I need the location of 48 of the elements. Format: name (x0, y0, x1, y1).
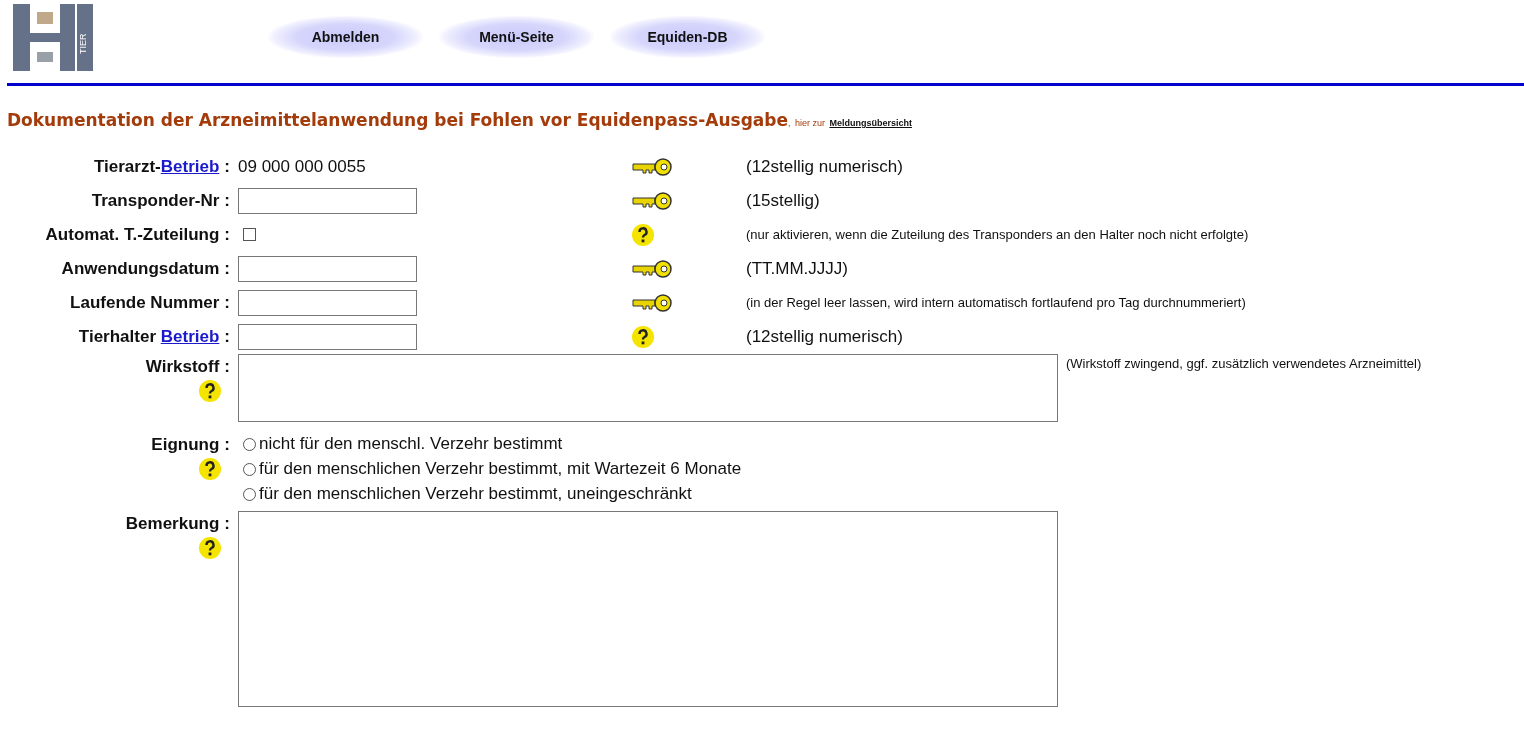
option-label: für den menschlichen Verzehr bestimmt, uneingeschränkt (259, 483, 692, 506)
label-colon: : (224, 433, 230, 456)
nav-button[interactable]: Equiden-DB (610, 16, 765, 58)
label-colon: : (224, 325, 230, 348)
field-label: Automat. T.-Zuteilung (45, 223, 220, 246)
text-input[interactable] (238, 187, 417, 214)
hint-text: (TT.MM.JJJJ) (746, 257, 848, 280)
logo-text: TIER (76, 33, 89, 54)
field-label: Anwendungsdatum (61, 257, 220, 280)
option-label: nicht für den menschl. Verzehr bestimmt (259, 433, 563, 456)
hint-text: (Wirkstoff zwingend, ggf. zusätzlich verwendetes Arzneimittel) (1066, 354, 1422, 373)
overview-link[interactable]: Meldungsübersicht (829, 118, 912, 128)
text-input[interactable] (238, 323, 417, 350)
checkbox[interactable] (243, 228, 256, 241)
page-title: Dokumentation der Arzneimittelanwendung bei Fohlen vor Equidenpass-Ausgabe (7, 110, 788, 130)
help-icon (198, 536, 222, 560)
option-label: für den menschlichen Verzehr bestimmt, mit Wartezeit 6 Monate (259, 458, 742, 481)
hint-text: (in der Regel leer lassen, wird intern automatisch fortlaufend pro Tag durchnummeriert) (746, 293, 1246, 312)
text-area[interactable] (238, 353, 1058, 422)
field-label: Transponder-Nr (91, 189, 220, 212)
help-icon (198, 379, 222, 403)
nav-button[interactable]: Menü-Seite (439, 16, 594, 58)
text-input[interactable] (238, 289, 417, 316)
field-label: Bemerkung (125, 512, 220, 535)
field-label: Tierarzt- (94, 155, 161, 178)
label-colon: : (224, 355, 230, 378)
label-colon: : (224, 189, 230, 212)
label-colon: : (224, 257, 230, 280)
field-label: Wirkstoff (145, 355, 220, 378)
betrieb-link[interactable]: Betrieb (160, 153, 220, 180)
link-intro-text: hier zur (794, 118, 825, 128)
help-icon (198, 457, 222, 481)
hint-text: (12stellig numerisch) (746, 325, 903, 348)
text-input[interactable] (238, 255, 417, 282)
title-separator: , (788, 118, 791, 128)
label-colon: : (224, 291, 230, 314)
hint-text: (12stellig numerisch) (746, 155, 903, 178)
label-colon: : (224, 155, 230, 178)
field-label: Laufende Nummer (70, 291, 220, 314)
betrieb-link[interactable]: Betrieb (160, 323, 220, 350)
field-value: 09 000 000 0055 (238, 155, 366, 178)
hint-text: (nur aktivieren, wenn die Zuteilung des Transponders an den Halter noch nicht erfolgte) (746, 225, 1249, 244)
nav-button[interactable]: Abmelden (268, 16, 423, 58)
label-colon: : (224, 223, 230, 246)
field-label: Eignung (151, 433, 220, 456)
field-label: Tierhalter (78, 325, 158, 348)
label-colon: : (224, 512, 230, 535)
hint-text: (15stellig) (746, 189, 820, 212)
